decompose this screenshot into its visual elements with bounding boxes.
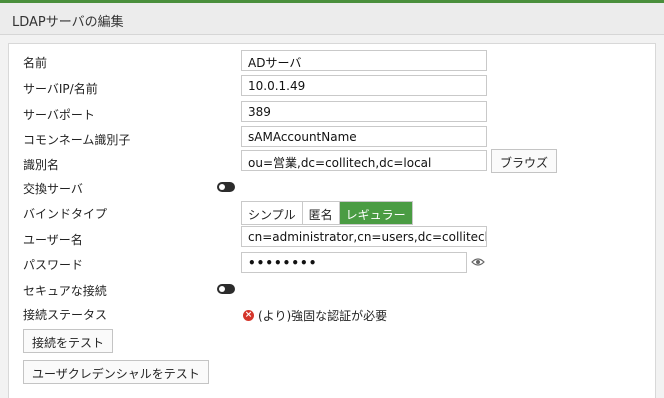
browse-button[interactable]: ブラウズ — [491, 149, 558, 173]
name-input[interactable]: ADサーバ — [241, 50, 487, 71]
password-label: パスワード — [23, 258, 84, 272]
error-icon: × — [243, 310, 254, 321]
connection-status-label: 接続ステータス — [23, 308, 108, 322]
connection-status-text: (より)強固な認証が必要 — [258, 309, 388, 323]
username-label: ユーザー名 — [23, 233, 83, 247]
eye-icon[interactable] — [471, 256, 485, 268]
test-connection-button[interactable]: 接続をテスト — [23, 329, 114, 353]
bind-option-regular[interactable]: レギュラー — [339, 202, 412, 224]
server-ip-label: サーバIP/名前 — [23, 82, 98, 96]
dialog-title: LDAPサーバの編集 — [12, 15, 124, 30]
distinguished-name-input[interactable]: ou=営業,dc=collitech,dc=local — [241, 150, 487, 171]
password-input[interactable]: •••••••• — [241, 252, 467, 273]
exchange-toggle-icon[interactable] — [217, 182, 235, 192]
username-input[interactable]: cn=administrator,cn=users,dc=collitech — [241, 226, 487, 247]
secure-connection-label: セキュアな接続 — [23, 284, 107, 298]
server-port-input[interactable]: 389 — [241, 101, 487, 122]
common-name-label: コモンネーム識別子 — [23, 133, 131, 147]
dialog-titlebar: LDAPサーバの編集 — [0, 3, 664, 35]
server-port-label: サーバポート — [23, 108, 95, 122]
common-name-input[interactable]: sAMAccountName — [241, 126, 487, 147]
bind-type-selector: シンプル 匿名 レギュラー — [241, 201, 413, 225]
connection-status: × (より)強固な認証が必要 — [243, 307, 387, 324]
bind-type-label: バインドタイプ — [23, 207, 108, 221]
server-ip-input[interactable]: 10.0.1.49 — [241, 75, 487, 96]
form-panel: 名前 ADサーバ サーバIP/名前 10.0.1.49 サーバポート 389 コ… — [8, 43, 656, 398]
name-label: 名前 — [23, 56, 48, 70]
bind-option-simple[interactable]: シンプル — [242, 202, 303, 224]
bind-option-anonymous[interactable]: 匿名 — [302, 202, 340, 224]
test-credentials-button[interactable]: ユーザクレデンシャルをテスト — [23, 360, 209, 384]
secure-toggle-icon[interactable] — [217, 284, 235, 294]
distinguished-name-label: 識別名 — [23, 158, 60, 172]
exchange-server-label: 交換サーバ — [23, 182, 83, 196]
